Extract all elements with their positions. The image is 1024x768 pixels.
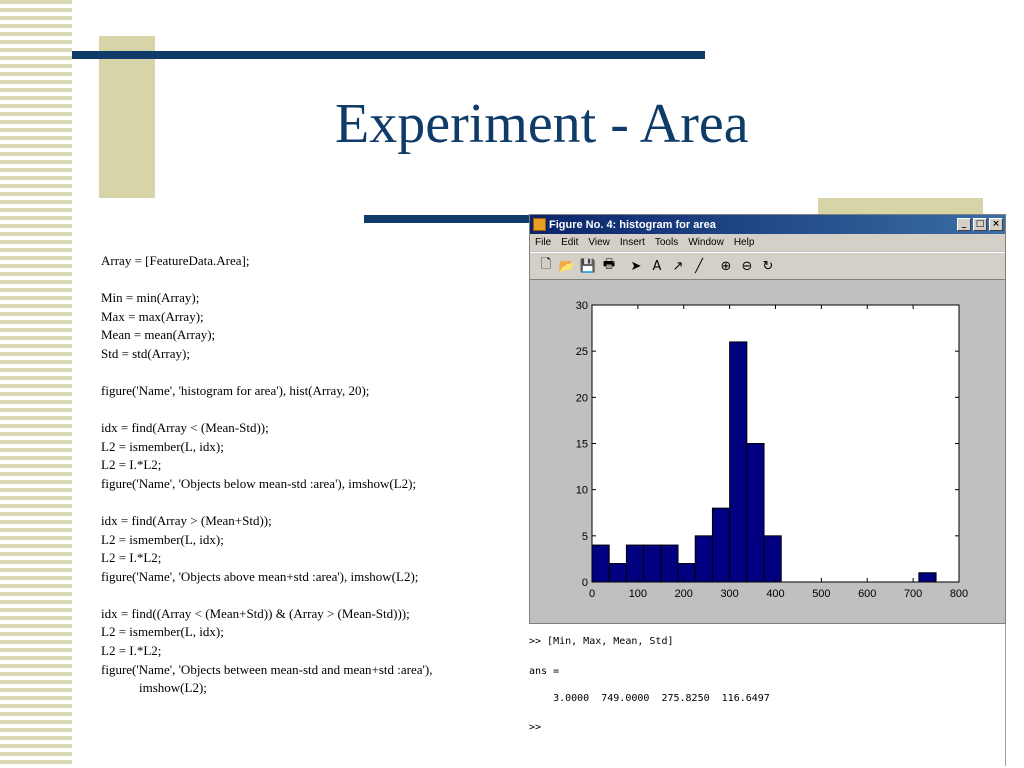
- decorative-olive-bar-right: [818, 198, 983, 214]
- figure-window: Figure No. 4: histogram for area _ □ × F…: [529, 214, 1006, 624]
- decorative-stripes: [0, 0, 72, 768]
- console-result: 3.0000 749.0000 275.8250 116.6497: [529, 693, 770, 704]
- decorative-blue-bar-top: [72, 51, 705, 59]
- code-line: idx = find(Array < (Mean-Std));: [101, 420, 269, 436]
- code-line: Mean = mean(Array);: [101, 327, 216, 343]
- plot-area: 0 100 200 300 400 500 600 700 800 0 5 10 15 20 25 30: [530, 281, 1005, 623]
- y-tick-label: 15: [576, 439, 588, 451]
- y-tick-label: 25: [576, 346, 588, 358]
- new-figure-icon[interactable]: 🗋: [536, 256, 556, 276]
- code-group: idx = find(Array < (Mean-Std)); L2 = isme…: [101, 419, 521, 493]
- zoom-out-icon[interactable]: ⊖: [737, 256, 757, 276]
- code-line: L2 = I.*L2;: [101, 457, 162, 473]
- code-line: Max = max(Array);: [101, 308, 204, 324]
- histogram-bar: [591, 544, 610, 583]
- histogram-bar: [918, 572, 937, 583]
- x-tick-label: 400: [766, 588, 784, 600]
- insert-line-icon[interactable]: ╱: [689, 256, 709, 276]
- y-tick-label: 5: [582, 531, 588, 543]
- insert-arrow-icon[interactable]: ↗: [668, 256, 688, 276]
- code-line: Min = min(Array);: [101, 290, 200, 306]
- menu-file[interactable]: File: [530, 237, 556, 248]
- y-tick-label: 20: [576, 392, 588, 404]
- histogram-bar: [625, 544, 645, 583]
- x-tick-label: 600: [858, 588, 876, 600]
- y-tick-label: 30: [576, 300, 588, 312]
- code-line: L2 = ismember(L, idx);: [101, 531, 224, 547]
- code-line: figure('Name', 'Objects below mean-std :…: [101, 475, 417, 491]
- histogram-chart: 0 100 200 300 400 500 600 700 800 0 5 10 15 20 25 30: [576, 300, 968, 600]
- console-prompt[interactable]: >>: [529, 722, 541, 733]
- menu-edit[interactable]: Edit: [556, 237, 583, 248]
- histogram-bar: [677, 563, 696, 583]
- console-command: >> [Min, Max, Mean, Std]: [529, 636, 674, 647]
- code-group: Array = [FeatureData.Area];: [101, 252, 521, 271]
- y-tick-label: 10: [576, 485, 588, 497]
- histogram-bar: [729, 341, 748, 583]
- code-line: figure('Name', 'Objects above mean+std :…: [101, 568, 419, 584]
- code-line: figure('Name', 'histogram for area'), hi…: [101, 382, 370, 398]
- command-console[interactable]: >> [Min, Max, Mean, Std] ans = 3.0000 74…: [529, 624, 1006, 766]
- histogram-bar: [608, 563, 627, 583]
- histogram-bar: [711, 507, 731, 583]
- print-icon[interactable]: 🖶: [599, 256, 619, 276]
- maximize-button[interactable]: □: [973, 218, 987, 231]
- matlab-app-icon: [533, 218, 546, 231]
- open-file-icon[interactable]: 📂: [557, 256, 577, 276]
- save-icon[interactable]: 💾: [578, 256, 598, 276]
- histogram-bar: [660, 544, 679, 583]
- menu-window[interactable]: Window: [683, 237, 729, 248]
- code-line: Std = std(Array);: [101, 345, 190, 361]
- x-tick-label: 100: [629, 588, 647, 600]
- code-line: figure('Name', 'Objects between mean-std…: [101, 661, 433, 677]
- histogram-bar: [643, 544, 662, 583]
- code-group: idx = find((Array < (Mean+Std)) & (Array…: [101, 605, 521, 698]
- histogram-bar: [694, 535, 713, 583]
- code-line: idx = find(Array > (Mean+Std));: [101, 512, 272, 528]
- histogram-bar: [746, 443, 765, 583]
- code-line: L2 = I.*L2;: [101, 643, 162, 658]
- x-tick-label: 500: [812, 588, 830, 600]
- y-tick-label: 0: [582, 577, 588, 589]
- code-group: Min = min(Array); Max = max(Array); Mean =…: [101, 289, 521, 363]
- decorative-blue-bar-mid: [364, 215, 529, 223]
- menu-bar: File Edit View Insert Tools Window Help: [530, 234, 1005, 251]
- x-tick-label: 0: [589, 588, 595, 600]
- x-tick-label: 700: [904, 588, 922, 600]
- close-button[interactable]: ×: [989, 218, 1003, 231]
- insert-text-icon[interactable]: A: [647, 256, 667, 276]
- code-line: idx = find((Array < (Mean+Std)) & (Array…: [101, 605, 410, 621]
- minimize-button[interactable]: _: [957, 218, 971, 231]
- code-line: L2 = I.*L2;: [101, 550, 162, 566]
- window-titlebar[interactable]: Figure No. 4: histogram for area _ □ ×: [530, 215, 1005, 234]
- rotate-3d-icon[interactable]: ↻: [758, 256, 778, 276]
- menu-view[interactable]: View: [583, 237, 615, 248]
- matlab-code-block: Array = [FeatureData.Area]; Min = min(Arr…: [101, 252, 521, 716]
- edit-plot-arrow-icon[interactable]: ➤: [626, 256, 646, 276]
- histogram-bar: [763, 535, 782, 583]
- code-group: idx = find(Array > (Mean+Std)); L2 = isme…: [101, 512, 521, 586]
- x-tick-label: 200: [675, 588, 693, 600]
- code-line: L2 = ismember(L, idx);: [101, 438, 224, 454]
- figure-toolbar: 🗋 📂 💾 🖶 ➤ A ↗ ╱ ⊕ ⊖ ↻: [530, 252, 1005, 280]
- menu-tools[interactable]: Tools: [650, 237, 683, 248]
- menu-help[interactable]: Help: [729, 237, 760, 248]
- decorative-olive-block: [99, 36, 155, 198]
- code-line: imshow(L2);: [139, 680, 207, 696]
- menu-insert[interactable]: Insert: [615, 237, 650, 248]
- code-line: Array = [FeatureData.Area];: [101, 253, 250, 268]
- window-title: Figure No. 4: histogram for area: [549, 218, 716, 231]
- code-line: L2 = ismember(L, idx);: [101, 624, 224, 640]
- console-ans-label: ans =: [529, 666, 560, 677]
- x-tick-label: 300: [720, 588, 738, 600]
- slide-title: Experiment - Area: [335, 93, 749, 155]
- zoom-in-icon[interactable]: ⊕: [716, 256, 736, 276]
- code-group: figure('Name', 'histogram for area'), hi…: [101, 382, 521, 401]
- x-tick-label: 800: [950, 588, 968, 600]
